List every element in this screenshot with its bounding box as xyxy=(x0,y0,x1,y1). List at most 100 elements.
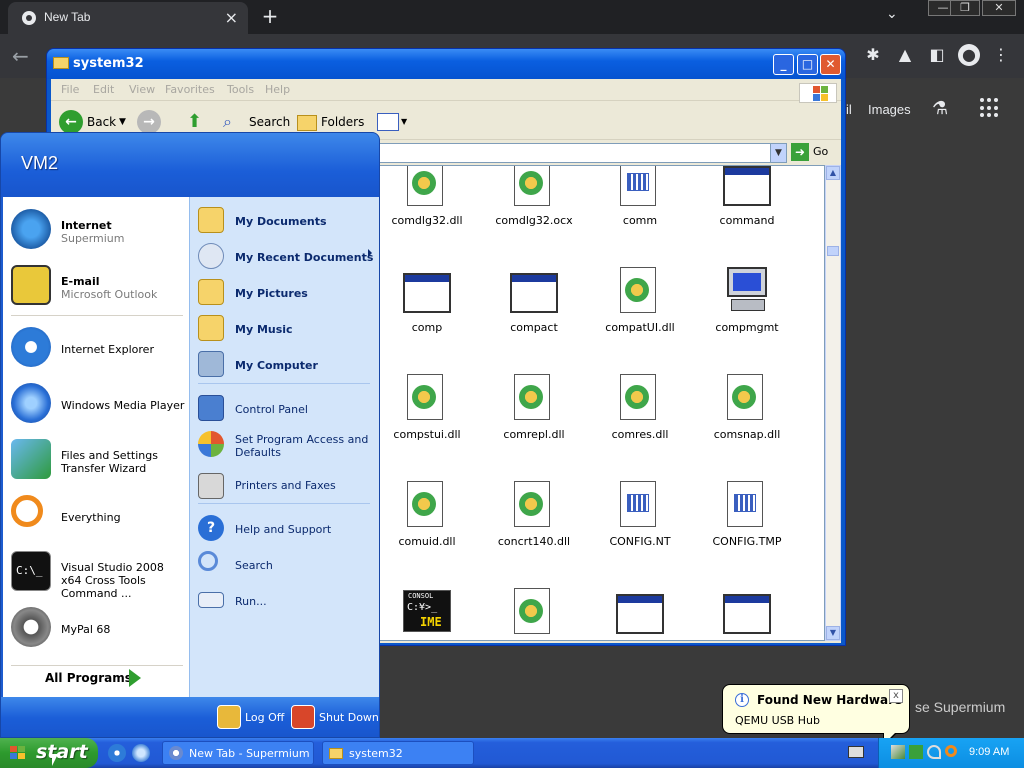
set-program-access-link[interactable]: Set Program Access and Defaults xyxy=(198,429,376,459)
browser-menu-icon[interactable]: ⋮ xyxy=(990,44,1012,66)
scroll-down-arrow[interactable]: ▼ xyxy=(826,626,840,640)
views-dropdown-icon[interactable]: ▼ xyxy=(401,109,407,135)
file-item[interactable]: comdlg32.dll xyxy=(377,166,477,260)
menu-favorites[interactable]: Favorites xyxy=(165,83,215,96)
menu-view[interactable]: View xyxy=(129,83,155,96)
run-link[interactable]: Run... xyxy=(198,585,376,615)
side-panel-icon[interactable]: ◧ xyxy=(926,44,948,66)
file-item[interactable]: CONFIG.TMP xyxy=(697,481,797,581)
my-pictures-link[interactable]: My Pictures xyxy=(198,277,376,307)
scroll-up-arrow[interactable]: ▲ xyxy=(826,166,840,180)
file-item[interactable]: comuid.dll xyxy=(377,481,477,581)
control-panel-link[interactable]: Control Panel xyxy=(198,393,376,423)
hardware-tray-icon[interactable] xyxy=(891,745,905,759)
help-support-link[interactable]: ? Help and Support xyxy=(198,513,376,543)
recent-documents-clock-icon xyxy=(198,243,224,269)
address-input[interactable]: ▼ xyxy=(379,143,787,163)
file-item[interactable]: compatUI.dll xyxy=(590,267,690,367)
minimize-button[interactable]: _ xyxy=(773,54,794,75)
recent-internet-explorer[interactable]: Internet Explorer xyxy=(3,321,189,373)
menu-help[interactable]: Help xyxy=(265,83,290,96)
close-window-button[interactable]: ✕ xyxy=(982,0,1016,16)
taskbar-button-system32[interactable]: system32 xyxy=(322,741,474,765)
recent-everything[interactable]: Everything xyxy=(3,489,189,541)
file-item[interactable]: comdlg32.ocx xyxy=(484,166,584,260)
labs-icon[interactable]: ▲ xyxy=(894,44,916,66)
restore-window-button[interactable]: ❐ xyxy=(950,0,980,16)
recent-windows-media-player[interactable]: Windows Media Player xyxy=(3,377,189,429)
everything-tray-icon[interactable] xyxy=(945,745,957,757)
scroll-thumb[interactable] xyxy=(827,246,839,256)
search-link[interactable]: Search xyxy=(198,549,376,579)
pinned-internet[interactable]: Internet Supermium xyxy=(3,203,189,255)
clock[interactable]: 9:09 AM xyxy=(969,746,1009,758)
close-button[interactable]: ✕ xyxy=(820,54,841,75)
file-item[interactable]: compstui.dll xyxy=(377,374,477,474)
run-label: Run... xyxy=(235,595,267,608)
file-item[interactable]: CONFIG.NT xyxy=(590,481,690,581)
browser-back-button[interactable]: ← xyxy=(12,44,29,68)
recent-mypal[interactable]: MyPal 68 xyxy=(3,601,189,653)
extensions-icon[interactable]: ✱ xyxy=(862,44,884,66)
tab-close-button[interactable]: × xyxy=(225,8,238,27)
file-item[interactable]: CONSOL C:¥>_ IME xyxy=(377,588,477,640)
forward-arrow-icon[interactable]: → xyxy=(137,110,161,134)
all-programs-button[interactable]: All Programs xyxy=(45,671,132,685)
printers-faxes-link[interactable]: Printers and Faxes xyxy=(198,471,376,501)
file-item[interactable] xyxy=(697,588,797,640)
address-dropdown-icon[interactable]: ▼ xyxy=(770,144,786,162)
info-icon: i xyxy=(735,693,749,707)
maximize-button[interactable]: □ xyxy=(797,54,818,75)
file-item[interactable]: compmgmt xyxy=(697,267,797,367)
explorer-title-bar[interactable]: system32 _ □ ✕ xyxy=(47,49,845,79)
file-item[interactable]: compact xyxy=(484,267,584,367)
start-button[interactable]: start xyxy=(0,738,98,768)
search-labs-icon[interactable]: ⚗ xyxy=(932,98,948,119)
recent-transfer-wizard[interactable]: Files and Settings Transfer Wizard xyxy=(3,433,189,485)
network-tray-icon[interactable] xyxy=(909,745,923,759)
pinned-email[interactable]: E-mail Microsoft Outlook xyxy=(3,259,189,311)
file-item[interactable]: comm xyxy=(590,166,690,260)
all-programs-arrow-icon[interactable] xyxy=(129,669,141,687)
views-icon[interactable] xyxy=(377,113,399,131)
new-tab-button[interactable]: + xyxy=(258,4,282,28)
my-recent-documents-link[interactable]: My Recent Documents xyxy=(198,241,376,271)
google-apps-icon[interactable] xyxy=(980,98,1000,118)
file-item[interactable]: comsnap.dll xyxy=(697,374,797,474)
go-button[interactable]: ➜ Go xyxy=(791,143,828,163)
menu-tools[interactable]: Tools xyxy=(227,83,254,96)
menu-edit[interactable]: Edit xyxy=(93,83,114,96)
file-item[interactable] xyxy=(590,588,690,640)
recent-visual-studio-command[interactable]: C:\_ Visual Studio 2008 x64 Cross Tools … xyxy=(3,545,189,600)
my-music-link[interactable]: My Music xyxy=(198,313,376,343)
file-item[interactable]: comp xyxy=(377,267,477,367)
volume-tray-icon[interactable] xyxy=(927,745,941,759)
file-item[interactable] xyxy=(484,588,584,640)
my-computer-link[interactable]: My Computer xyxy=(198,349,376,379)
profile-avatar-icon[interactable]: ● xyxy=(958,44,980,66)
file-item[interactable]: concrt140.dll xyxy=(484,481,584,581)
gmail-link[interactable]: il xyxy=(846,102,852,117)
file-item[interactable]: comres.dll xyxy=(590,374,690,474)
quicklaunch-browser-icon[interactable] xyxy=(132,744,150,762)
window-app-icon xyxy=(510,267,558,315)
vertical-scrollbar[interactable]: ▲ ▼ xyxy=(825,165,841,641)
notification-balloon[interactable]: i Found New Hardware QEMU USB Hub x xyxy=(722,684,910,747)
tab-search-button[interactable]: ⌄ xyxy=(886,6,898,22)
log-off-label: Log Off xyxy=(245,711,285,724)
my-recent-documents-label: My Recent Documents xyxy=(235,251,374,264)
file-item[interactable]: command xyxy=(697,166,797,260)
my-documents-link[interactable]: My Documents xyxy=(198,205,376,235)
file-name: comuid.dll xyxy=(398,535,456,548)
file-item[interactable]: comrepl.dll xyxy=(484,374,584,474)
taskbar-button-new-tab[interactable]: New Tab - Supermium xyxy=(162,741,314,765)
menu-file[interactable]: File xyxy=(61,83,79,96)
quicklaunch-ie-icon[interactable] xyxy=(108,744,126,762)
balloon-close-button[interactable]: x xyxy=(889,689,903,703)
images-link[interactable]: Images xyxy=(868,102,911,117)
file-name: comsnap.dll xyxy=(713,428,781,441)
keyboard-layout-icon[interactable] xyxy=(848,746,864,758)
browser-tab[interactable]: New Tab × xyxy=(8,2,248,34)
back-arrow-icon[interactable]: ← xyxy=(59,110,83,134)
folders-icon[interactable] xyxy=(297,115,317,131)
